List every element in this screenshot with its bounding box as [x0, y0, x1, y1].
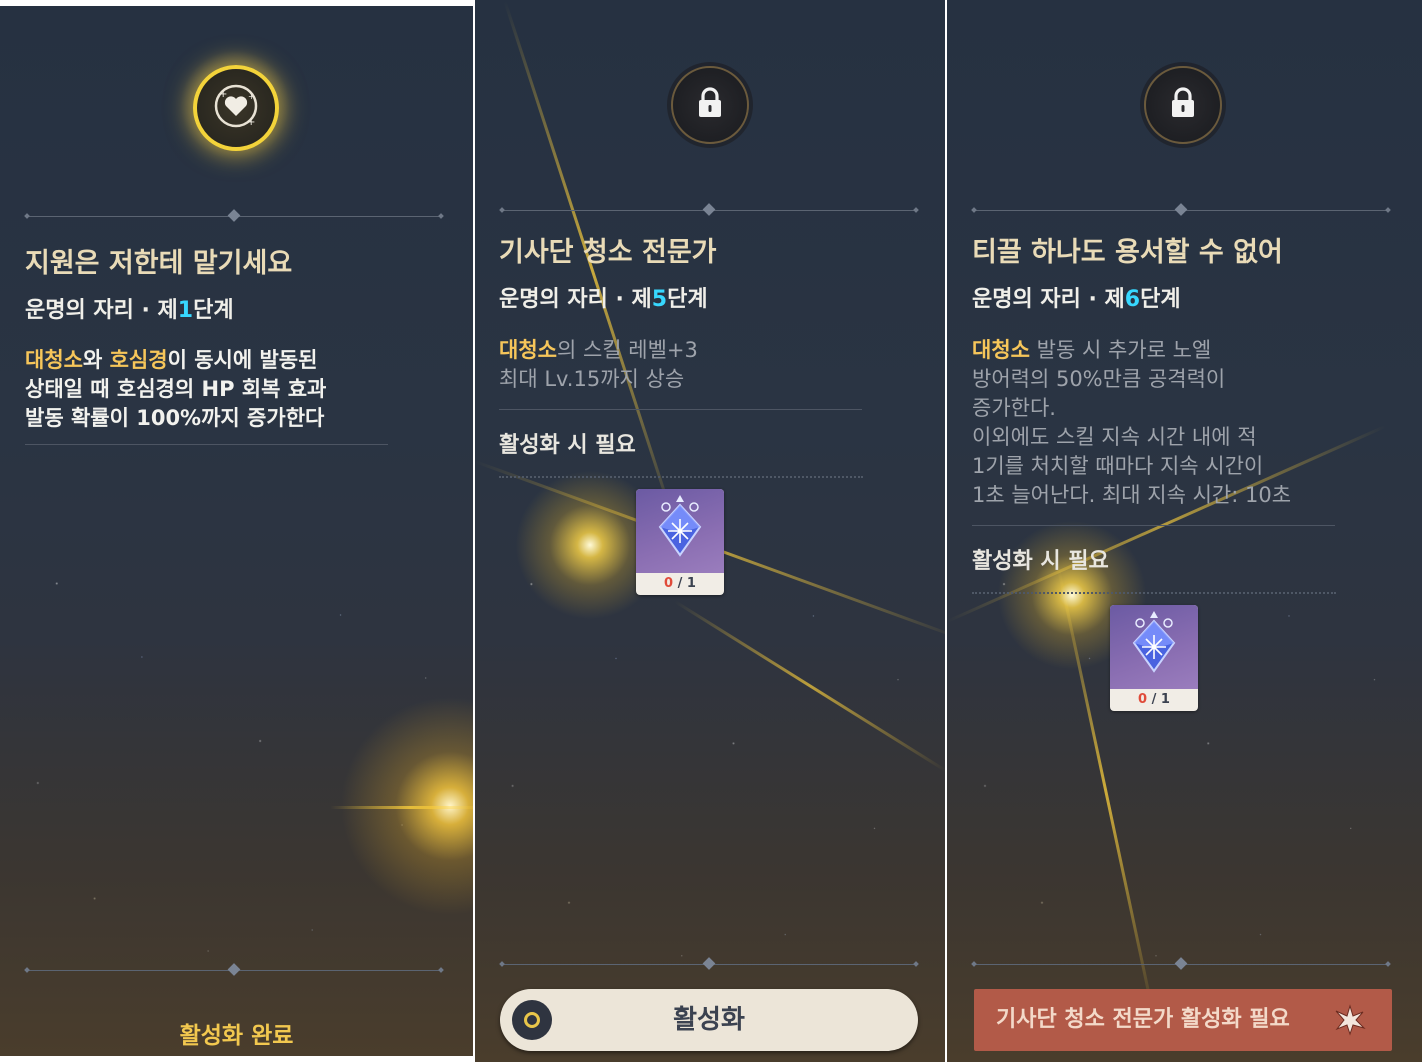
section-divider [971, 203, 1391, 216]
material-card[interactable]: 0 / 1 [636, 489, 724, 595]
section-divider [499, 203, 919, 216]
constellation-emblem-locked[interactable] [671, 66, 749, 144]
activate-button[interactable]: 활성화 [500, 989, 918, 1051]
svg-text:+: + [219, 89, 227, 100]
constellation-stage: 운명의 자리 · 제1단계 [25, 298, 234, 323]
requirement-separator [972, 592, 1336, 594]
constellation-description: 대청소의 스킬 레벨+3 최대 Lv.15까지 상승 [499, 338, 698, 391]
burst-icon [1334, 1004, 1366, 1039]
constellation-stage: 운명의 자리 · 제6단계 [972, 287, 1181, 312]
section-divider [24, 209, 444, 222]
constellation-title: 티끌 하나도 용서할 수 없어 [972, 237, 1283, 268]
constellation-panel-3: 티끌 하나도 용서할 수 없어 운명의 자리 · 제6단계 대청소 발동 시 추… [947, 0, 1422, 1062]
description-rule [25, 444, 388, 445]
constellation-emblem-active[interactable]: + + + [193, 65, 279, 151]
prerequisite-required-button[interactable]: 기사단 청소 전문가 활성화 필요 [974, 989, 1392, 1051]
footer-divider [971, 957, 1391, 970]
starfield [0, 6, 473, 1056]
lock-icon [695, 87, 725, 123]
material-card[interactable]: 0 / 1 [1110, 605, 1198, 711]
star-flare [340, 696, 473, 916]
svg-text:+: + [248, 92, 255, 101]
requirement-label: 활성화 시 필요 [972, 549, 1109, 574]
constellation-description: 대청소와 호심경이 동시에 발동된 상태일 때 호심경의 HP 회복 효과 발동… [25, 348, 327, 430]
footer-divider [24, 963, 444, 976]
constellation-title: 기사단 청소 전문가 [499, 237, 717, 268]
material-count: 0 / 1 [1138, 692, 1170, 707]
constellation-title: 지원은 저한테 맡기세요 [25, 248, 293, 279]
svg-text:+: + [247, 117, 255, 128]
material-count: 0 / 1 [664, 576, 696, 591]
constellation-gem-icon [636, 489, 724, 573]
description-rule [972, 525, 1335, 526]
footer-divider [499, 957, 919, 970]
constellation-description: 대청소 발동 시 추가로 노엘 방어력의 50%만큼 공격력이 증가한다. 이외… [972, 338, 1292, 507]
constellation-stage: 운명의 자리 · 제5단계 [499, 287, 708, 312]
constellation-emblem-locked[interactable] [1144, 66, 1222, 144]
activated-status-label: 활성화 완료 [179, 1023, 294, 1049]
requirement-label: 활성화 시 필요 [499, 433, 636, 458]
starfield [947, 0, 1422, 1062]
lock-icon [1168, 87, 1198, 123]
heart-plus-icon: + + + [213, 83, 259, 133]
requirement-separator [499, 476, 863, 478]
constellation-panel-2: 기사단 청소 전문가 운명의 자리 · 제5단계 대청소의 스킬 레벨+3 최대… [475, 0, 945, 1062]
constellation-gem-icon [1110, 605, 1198, 689]
constellation-panel-1: + + + 지원은 저한테 맡기세요 운명의 자리 · 제1단계 대청소와 호심… [0, 6, 473, 1056]
description-rule [499, 409, 862, 410]
